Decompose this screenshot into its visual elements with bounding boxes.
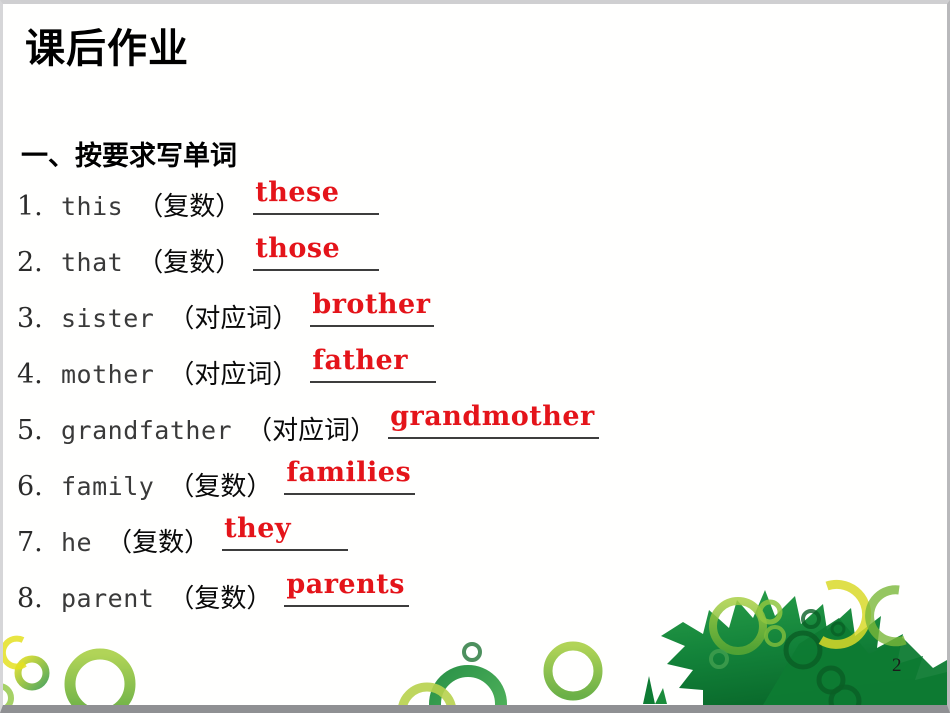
question-number: 2. <box>17 247 43 278</box>
question-row: 1. this （复数） these <box>17 177 937 243</box>
deco-ring <box>14 655 50 691</box>
question-answer: father <box>310 344 437 383</box>
question-hint: （对应词） <box>168 304 299 334</box>
deco-ring <box>64 648 136 705</box>
page-number: 2 <box>892 655 902 676</box>
deco-sprig <box>643 676 655 704</box>
deco-sprig <box>655 688 667 704</box>
question-row: 3. sister （对应词） brother <box>17 289 937 355</box>
question-hint: （复数） <box>106 528 211 558</box>
question-hint: （对应词） <box>168 360 299 390</box>
question-hint: （复数） <box>137 248 242 278</box>
question-answer: those <box>253 232 380 271</box>
deco-ring <box>543 641 603 701</box>
deco-ring <box>3 683 14 705</box>
deco-ball <box>711 632 815 705</box>
deco-ring <box>783 630 823 670</box>
question-word: grandfather <box>61 416 233 445</box>
deco-arc <box>3 635 27 670</box>
question-row: 7. he （复数） they <box>17 513 937 579</box>
deco-ring <box>462 642 482 662</box>
question-answer: they <box>222 512 349 551</box>
deco-ring <box>828 684 862 705</box>
deco-ring <box>709 649 729 669</box>
question-hint: （复数） <box>168 584 273 614</box>
question-word: mother <box>61 360 155 389</box>
question-row: 2. that （复数） those <box>17 233 937 299</box>
question-hint: （复数） <box>168 472 273 502</box>
question-number: 7. <box>17 527 43 558</box>
question-answer: parents <box>284 568 409 607</box>
section-heading: 一、按要求写单词 <box>21 141 237 172</box>
question-answer: these <box>253 176 380 215</box>
deco-ring <box>398 682 456 705</box>
question-row: 8. parent （复数） parents <box>17 569 937 635</box>
question-hint: （复数） <box>137 192 242 222</box>
question-number: 5. <box>17 415 43 446</box>
slide-canvas: 课后作业 一、按要求写单词 1. this （复数） these 2. that （复数） t… <box>3 4 947 705</box>
question-hint: （对应词） <box>246 416 377 446</box>
question-word: parent <box>61 584 155 613</box>
question-number: 3. <box>17 303 43 334</box>
deco-ring <box>429 665 507 705</box>
question-word: he <box>61 528 93 557</box>
deco-ring <box>816 665 846 695</box>
question-list: 1. this （复数） these 2. that （复数） those 3. sister （对… <box>17 177 937 635</box>
question-number: 6. <box>17 471 43 502</box>
question-number: 4. <box>17 359 43 390</box>
question-answer: families <box>284 456 416 495</box>
question-word: family <box>61 472 155 501</box>
question-word: this <box>61 192 124 221</box>
question-row: 5. grandfather （对应词） grandmother <box>17 401 937 467</box>
question-word: that <box>61 248 124 277</box>
question-number: 8. <box>17 583 43 614</box>
question-word: sister <box>61 304 155 333</box>
question-row: 6. family （复数） families <box>17 457 937 523</box>
presentation-slide: 课后作业 一、按要求写单词 1. this （复数） these 2. that （复数） t… <box>0 0 950 713</box>
question-answer: grandmother <box>388 400 599 439</box>
question-answer: brother <box>310 288 435 327</box>
question-number: 1. <box>17 191 43 222</box>
slide-title: 课后作业 <box>25 26 189 72</box>
